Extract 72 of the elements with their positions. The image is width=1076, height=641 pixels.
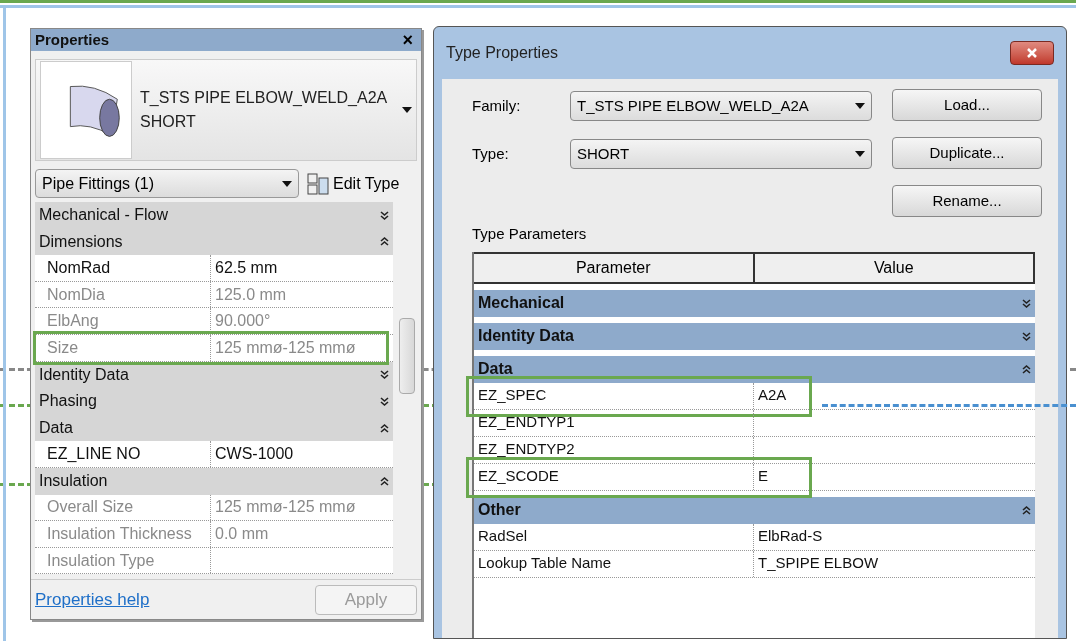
- group-header[interactable]: Mechanical - Flow: [35, 202, 393, 229]
- column-header[interactable]: Value: [754, 253, 1033, 282]
- parameter-name: EZ_SCODE: [474, 463, 754, 490]
- parameter-value: ElbRad-S: [757, 526, 823, 547]
- family-name: T_STS PIPE ELBOW_WELD_A2A: [140, 88, 389, 108]
- property-name: Insulation Type: [35, 547, 211, 574]
- property-value: 125.0 mm: [214, 284, 288, 305]
- caret-icon: [855, 151, 865, 157]
- caret-icon: [855, 103, 865, 109]
- parameter-name: EZ_ENDTYP2: [474, 436, 754, 463]
- close-button[interactable]: ×: [398, 31, 417, 49]
- category-dropdown[interactable]: Pipe Fittings (1): [35, 169, 299, 198]
- parameter-name: EZ_SPEC: [474, 382, 754, 409]
- parameter-name: EZ_ENDTYP1: [474, 409, 754, 436]
- close-icon: [1026, 47, 1038, 59]
- property-value: 125 mmø-125 mmø: [214, 497, 357, 518]
- collapse-icon[interactable]: [380, 475, 389, 487]
- pipe-elbow-icon: [40, 61, 132, 159]
- property-name: EZ_LINE NO: [35, 441, 211, 467]
- property-name: Size: [35, 334, 211, 361]
- group-header[interactable]: Phasing: [35, 388, 393, 415]
- dialog-button[interactable]: Rename...: [892, 185, 1042, 217]
- expand-icon[interactable]: [1022, 330, 1031, 342]
- caret-icon: [282, 180, 292, 187]
- collapse-icon[interactable]: [380, 236, 389, 248]
- properties-help-link[interactable]: Properties help: [35, 586, 150, 613]
- property-value: 125 mmø-125 mmø: [214, 337, 357, 358]
- parameter-value: T_SPIPE ELBOW: [757, 553, 879, 574]
- collapse-icon[interactable]: [1022, 504, 1031, 516]
- group-header[interactable]: Identity Data: [474, 322, 1035, 350]
- type-selector[interactable]: T_STS PIPE ELBOW_WELD_A2A SHORT: [35, 59, 417, 161]
- expand-icon[interactable]: [1022, 297, 1031, 309]
- dialog-title: Type Properties: [446, 43, 559, 63]
- property-name: NomDia: [35, 281, 211, 308]
- group-header[interactable]: Data: [474, 355, 1035, 383]
- edit-type-icon: [307, 172, 329, 195]
- group-header[interactable]: Mechanical: [474, 289, 1035, 317]
- panel-title: Properties: [35, 29, 110, 50]
- family-dropdown[interactable]: T_STS PIPE ELBOW_WELD_A2A: [570, 91, 872, 121]
- parameter-name: Lookup Table Name: [474, 550, 754, 577]
- type-dropdown[interactable]: SHORT: [570, 139, 872, 169]
- group-header[interactable]: Data: [35, 414, 393, 442]
- parameter-name: RadSel: [474, 523, 754, 550]
- collapse-icon[interactable]: [380, 422, 389, 434]
- caret-icon: [402, 107, 412, 113]
- close-button[interactable]: [1010, 41, 1054, 65]
- property-value: 0.0 mm: [214, 523, 270, 544]
- expand-icon[interactable]: [380, 369, 389, 381]
- parameter-value: E: [757, 466, 768, 487]
- group-header[interactable]: Dimensions: [35, 228, 393, 256]
- edit-type-button[interactable]: Edit Type: [307, 171, 400, 196]
- property-name: NomRad: [35, 255, 211, 281]
- expand-icon[interactable]: [380, 395, 389, 407]
- scroll-thumb[interactable]: [399, 318, 415, 394]
- type-name: SHORT: [140, 112, 197, 132]
- dialog-button[interactable]: Duplicate...: [892, 137, 1042, 169]
- property-value: CWS-1000: [214, 444, 295, 465]
- column-header[interactable]: Parameter: [474, 253, 755, 282]
- type-label: Type:: [472, 143, 510, 164]
- family-label: Family:: [472, 95, 522, 116]
- property-value: 62.5 mm: [214, 258, 279, 278]
- dialog-button[interactable]: Load...: [892, 89, 1042, 121]
- section-label: Type Parameters: [472, 224, 588, 244]
- parameter-value: A2A: [757, 385, 787, 406]
- collapse-icon[interactable]: [1022, 363, 1031, 375]
- property-name: Overall Size: [35, 494, 211, 521]
- expand-icon[interactable]: [380, 209, 389, 221]
- property-name: ElbAng: [35, 308, 211, 334]
- property-name: Insulation Thickness: [35, 521, 211, 547]
- group-header[interactable]: Other: [474, 496, 1035, 524]
- group-header[interactable]: Insulation: [35, 467, 393, 495]
- property-value: 90.000°: [214, 311, 272, 332]
